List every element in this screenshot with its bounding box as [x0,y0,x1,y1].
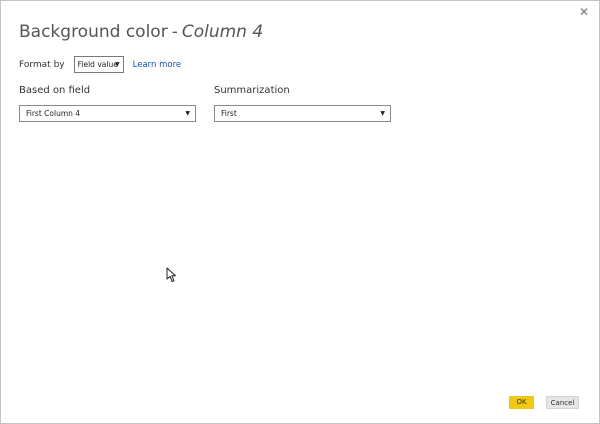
based-on-field-value: First Column 4 [26,109,81,118]
summarization-dropdown[interactable]: First ▼ [214,105,391,122]
mouse-pointer-icon [166,267,176,282]
background-color-dialog: ✕ Background color - Column 4 Format by Fi… [0,0,600,424]
cancel-button[interactable]: Cancel [546,396,579,409]
dialog-title-prefix: Background color [19,22,168,42]
chevron-down-icon: ▼ [185,110,190,117]
summarization-label: Summarization [214,85,290,96]
chevron-down-icon: ▼ [380,110,385,117]
dialog-title-separator: - [171,22,178,42]
close-icon[interactable]: ✕ [577,5,591,19]
based-on-field-label: Based on field [19,85,91,96]
ok-button[interactable]: OK [509,396,534,409]
based-on-field-dropdown[interactable]: First Column 4 ▼ [19,105,196,122]
format-by-value: Field value [77,60,118,69]
learn-more-link[interactable]: Learn more [133,60,181,70]
format-by-row: Format by Field value ▼ Learn more [19,56,181,73]
dialog-title-column: Column 4 [181,22,264,42]
summarization-value: First [221,109,237,118]
dialog-title: Background color - Column 4 [19,22,263,42]
dropdown-arrow-icon: ▼ [115,61,120,68]
format-by-dropdown[interactable]: Field value ▼ [73,56,124,73]
format-by-label: Format by [19,59,65,70]
